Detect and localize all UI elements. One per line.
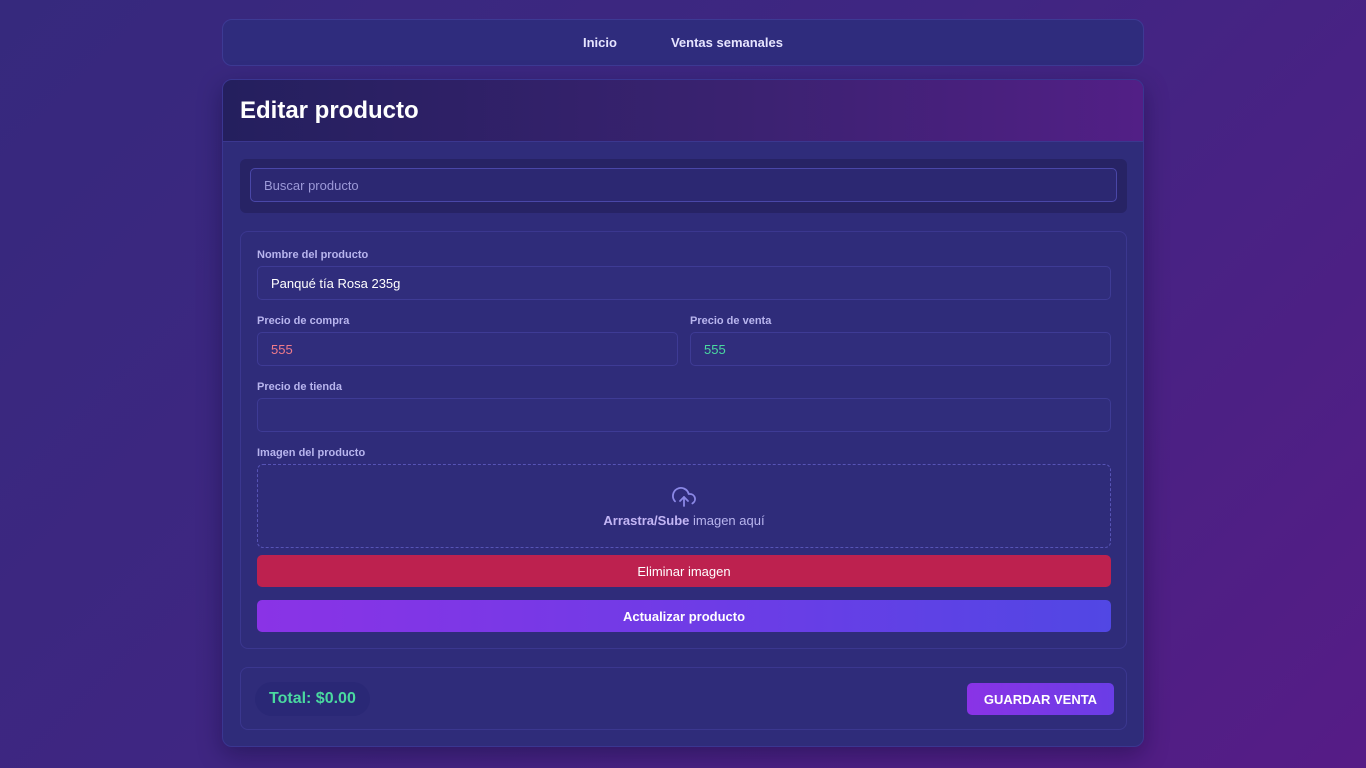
sale-footer: Total: $0.00 GUARDAR VENTA <box>240 667 1127 730</box>
cloud-upload-icon <box>672 486 696 507</box>
page-title: Editar producto <box>240 96 419 124</box>
sale-price-field[interactable] <box>690 332 1111 366</box>
product-image-label: Imagen del producto <box>257 447 366 459</box>
store-price-field[interactable] <box>257 398 1111 432</box>
dropzone-hint: imagen aquí <box>689 512 765 528</box>
sale-price-label: Precio de venta <box>690 315 772 327</box>
nav-link-ventas-semanales[interactable]: Ventas semanales <box>671 35 783 50</box>
product-name-label: Nombre del producto <box>257 249 369 261</box>
edit-product-card: Editar producto Nombre del producto Prec… <box>222 79 1144 747</box>
dropzone-text: Arrastra/Sube imagen aquí <box>603 513 764 528</box>
search-bar <box>240 159 1127 213</box>
image-dropzone[interactable]: Arrastra/Sube imagen aquí <box>257 464 1111 548</box>
product-form: Nombre del producto Precio de compra Pre… <box>240 231 1127 649</box>
update-product-button[interactable]: Actualizar producto <box>257 600 1111 632</box>
search-input[interactable] <box>250 168 1117 202</box>
save-sale-button[interactable]: GUARDAR VENTA <box>967 683 1114 715</box>
nav-link-inicio[interactable]: Inicio <box>583 35 617 50</box>
delete-image-button[interactable]: Eliminar imagen <box>257 555 1111 587</box>
top-nav: Inicio Ventas semanales <box>222 19 1144 66</box>
purchase-price-label: Precio de compra <box>257 315 350 327</box>
store-price-label: Precio de tienda <box>257 381 342 393</box>
total-badge: Total: $0.00 <box>255 682 370 716</box>
card-header: Editar producto <box>223 80 1143 142</box>
product-name-field[interactable] <box>257 266 1111 300</box>
dropzone-strong: Arrastra/Sube <box>603 512 690 528</box>
purchase-price-field[interactable] <box>257 332 678 366</box>
